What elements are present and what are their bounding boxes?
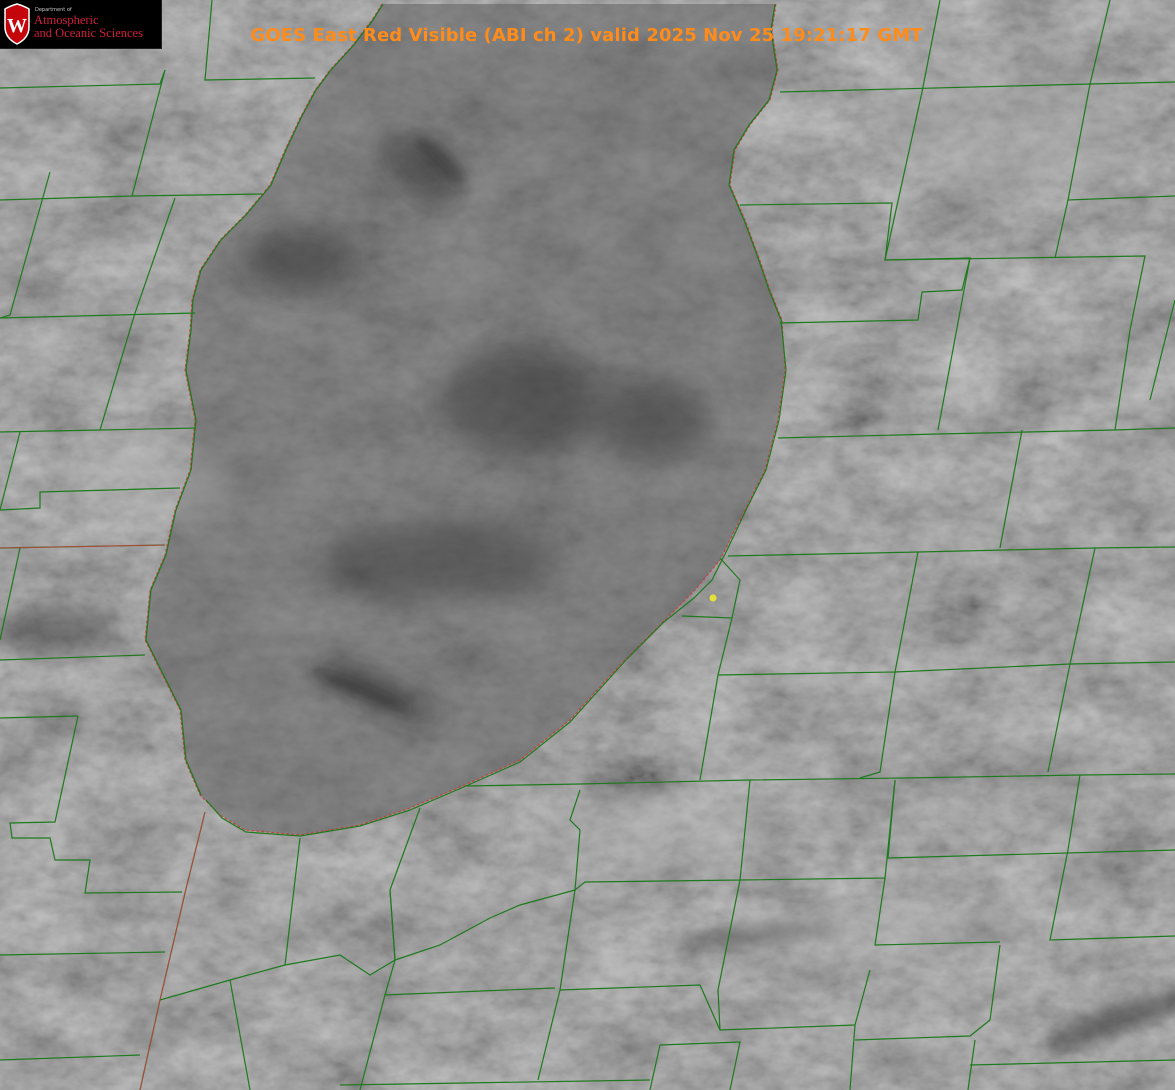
- location-marker: [709, 594, 717, 602]
- satellite-image: [0, 0, 1175, 1090]
- satellite-map: W Department of Atmospheric and Oceanic …: [0, 0, 1175, 1090]
- map-title: GOES East Red Visible (ABI ch 2) valid 2…: [0, 25, 1175, 47]
- map-title-text: GOES East Red Visible (ABI ch 2) valid 2…: [250, 25, 923, 46]
